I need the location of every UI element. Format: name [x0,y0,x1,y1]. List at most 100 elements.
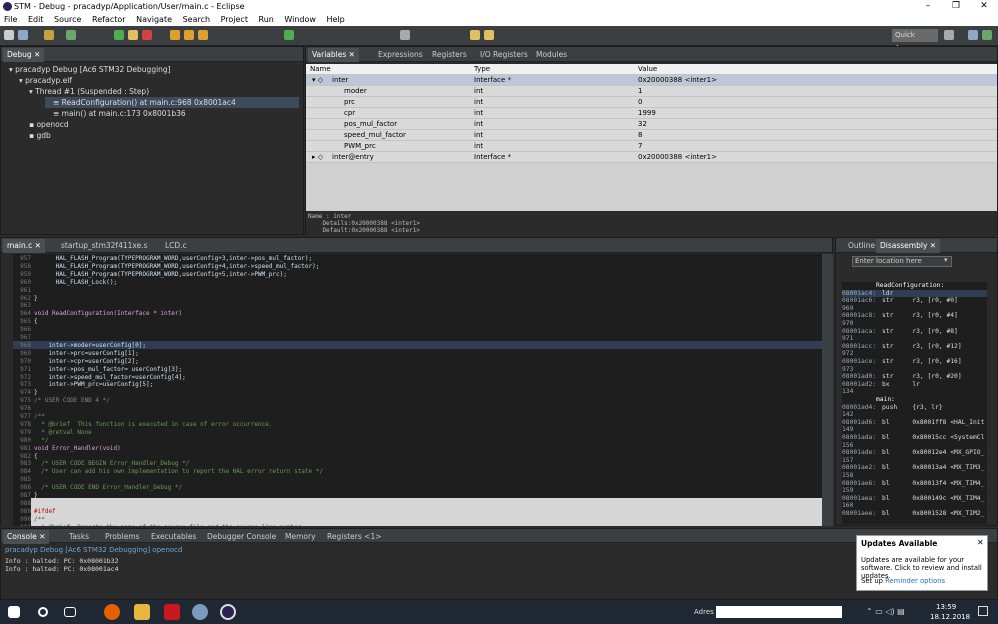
code-line[interactable]: 982{ [1,453,822,461]
disasm-line[interactable]: 973 [842,366,987,374]
menu-navigate[interactable]: Navigate [132,13,176,26]
tab-problems[interactable]: Problems [101,530,144,544]
header-name[interactable]: Name [310,64,331,75]
code-line[interactable]: 987} [1,492,822,500]
expand-icon[interactable]: ▾ ◇ [312,75,323,86]
task-view-icon[interactable] [64,607,76,617]
code-line[interactable]: 969 inter->prc=userConfig[1]; [1,350,822,358]
disasm-line[interactable]: 970 [842,320,987,328]
table-row[interactable]: ▾ ◇ inter Interface * 0x20000388 <inter1… [306,75,997,86]
code-body[interactable]: 957 HAL_FLASH_Program(TYPEPROGRAM_WORD,u… [1,254,822,526]
disasm-line[interactable]: 08001ac8: str r3, [r0, #4] [842,312,987,320]
disasm-line[interactable]: 08001ae6: bl 0x80013f4 <MX_TIM4_ [842,480,987,488]
step-into-icon[interactable] [170,30,180,40]
quick-access-input[interactable]: Quick Access [892,29,938,52]
disassembly-body[interactable]: ReadConfiguration: 08001ac4: ldr 08001ac6: s… [842,282,987,524]
disasm-line[interactable]: 08001ae2: bl 0x80013a4 <MX_TIM3_ [842,464,987,472]
table-row[interactable]: ▸ ◇ inter@entry Interface * 0x20000388 <… [306,152,997,163]
code-line[interactable]: 979 * @retval None [1,429,822,437]
code-line[interactable]: 981 void Error_Handler(void) [1,445,822,453]
debug-process[interactable]: ▾ pracadyp.elf [1,75,303,86]
file-explorer-icon[interactable] [134,604,150,620]
build-icon[interactable] [44,30,54,40]
tab-main-c[interactable]: main.c ✕ [3,239,45,253]
code-line[interactable]: 961 [1,287,822,295]
step-return-icon[interactable] [198,30,208,40]
suspend-icon[interactable] [128,30,138,40]
disasm-line[interactable]: 08001ac4: ldr [842,289,987,298]
code-line[interactable]: 976 [1,405,822,413]
perspective-icon[interactable] [944,30,954,40]
notifications-icon[interactable] [978,606,988,616]
code-line[interactable]: 988 [1,500,822,508]
code-line[interactable]: 966 [1,326,822,334]
table-row[interactable]: pos_mul_factor int 32 [306,119,997,130]
tab-executables[interactable]: Executables [147,530,200,544]
close-icon[interactable]: ✕ [977,538,984,547]
address-input[interactable] [716,606,842,618]
stack-frame-readconfiguration[interactable]: ≡ ReadConfiguration() at main.c:968 0x80… [45,97,299,108]
tab-debug[interactable]: Debug ✕ [3,48,45,62]
disasm-line[interactable]: 160 [842,502,987,510]
acrobat-icon[interactable] [164,604,180,620]
windows-start-icon[interactable] [8,606,20,618]
resume-icon[interactable] [114,30,124,40]
header-type[interactable]: Type [474,64,490,75]
disasm-line[interactable]: 08001ad4: push {r3, lr} [842,404,987,412]
table-row[interactable]: PWM_prc int 7 [306,141,997,152]
save-icon[interactable] [18,30,28,40]
back-icon[interactable] [470,30,480,40]
table-row[interactable]: speed_mul_factor int 8 [306,130,997,141]
app-icon[interactable] [192,604,208,620]
search-icon[interactable] [38,607,48,617]
disasm-line[interactable]: 156 [842,442,987,450]
disasm-line[interactable]: 969 [842,305,987,313]
disasm-line[interactable]: 972 [842,350,987,358]
tab-registers-1[interactable]: Registers <1> [323,530,386,544]
editor-scrollbar[interactable] [822,254,833,526]
clock-time[interactable]: 13:59 [936,603,956,611]
tab-registers[interactable]: Registers [428,48,471,62]
debug-session[interactable]: ▾ pracadyp Debug [Ac6 STM32 Debugging] [1,64,303,75]
menu-window[interactable]: Window [280,13,320,26]
table-row[interactable]: cpr int 1999 [306,108,997,119]
tab-tasks[interactable]: Tasks [65,530,93,544]
code-line[interactable]: 973 inter->PWM_prc=userConfig[5]; [1,381,822,389]
disasm-line[interactable]: 08001ad6: bl 0x8001ff8 <HAL_Init [842,419,987,427]
tab-variables[interactable]: Variables ✕ [308,48,359,62]
table-row[interactable]: moder int 1 [306,86,997,97]
disasm-line[interactable]: 08001aee: bl 0x8001528 <MX_TIM2_ [842,510,987,518]
disasm-line[interactable]: 157 [842,457,987,465]
location-input[interactable]: Enter location here [852,256,952,267]
code-line[interactable]: 965{ [1,318,822,326]
tab-startup[interactable]: startup_stm32f411xe.s [57,239,152,253]
code-line[interactable]: 980 */ [1,437,822,445]
code-line[interactable]: 959 HAL_FLASH_Program(TYPEPROGRAM_WORD,u… [1,271,822,279]
variable-detail-pane[interactable]: Name : inter Details:0x20000388 <inter1>… [306,213,997,235]
tab-console[interactable]: Console ✕ [3,530,50,544]
code-line[interactable]: 970 inter->cpr=userConfig[2]; [1,358,822,366]
code-line[interactable]: 990/** [1,516,822,524]
code-line[interactable]: 963 [1,302,822,310]
code-line[interactable]: 967 [1,334,822,342]
minimize-button[interactable]: – [914,0,942,13]
disasm-line[interactable]: 08001ace: str r3, [r0, #16] [842,358,987,366]
cc-perspective-icon[interactable] [968,30,978,40]
disasm-line[interactable]: 08001aca: str r3, [r0, #8] [842,328,987,336]
run-icon[interactable] [284,30,294,40]
system-tray-icons[interactable]: ⌃ ▭ ◁) ▤ [866,607,905,616]
terminate-icon[interactable] [142,30,152,40]
maximize-button[interactable]: ❐ [942,0,970,13]
code-line[interactable]: 957 HAL_FLASH_Program(TYPEPROGRAM_WORD,u… [1,255,822,263]
tab-expressions[interactable]: Expressions [374,48,427,62]
code-line[interactable]: 986 /* USER CODE END Error_Handler_Debug… [1,484,822,492]
menu-refactor[interactable]: Refactor [88,13,130,26]
code-line[interactable]: 974} [1,389,822,397]
disasm-line[interactable]: main: [842,396,987,404]
disasm-line[interactable]: 08001acc: str r3, [r0, #12] [842,343,987,351]
menu-project[interactable]: Project [217,13,252,26]
code-line[interactable]: 971 inter->pos_mul_factor= userConfig[3]… [1,366,822,374]
disasm-line[interactable]: 134 [842,388,987,396]
menu-help[interactable]: Help [323,13,349,26]
disasm-line[interactable]: 08001ade: bl 0x80012e4 <MX_GPIO_ [842,449,987,457]
